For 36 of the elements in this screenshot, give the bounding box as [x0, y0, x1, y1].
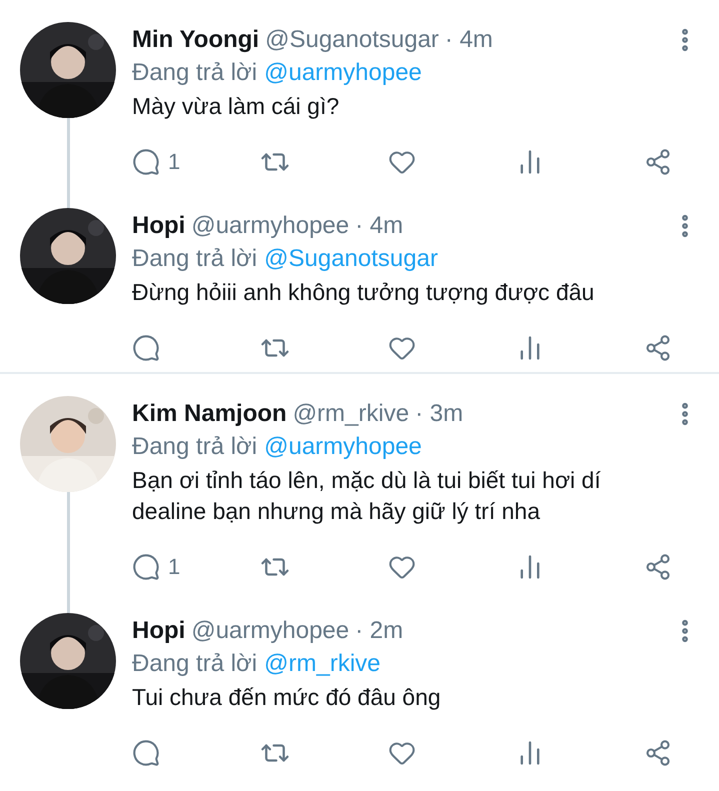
tweet-text: Mày vừa làm cái gì?	[132, 92, 340, 121]
share-icon[interactable]	[644, 148, 672, 176]
author-name[interactable]: Hopi	[132, 212, 186, 240]
reply-button[interactable]	[132, 739, 160, 767]
author-handle: @uarmyhopee	[191, 617, 350, 645]
author-name[interactable]: Hopi	[132, 617, 186, 645]
timestamp: · 2m	[355, 617, 404, 645]
share-icon[interactable]	[644, 739, 672, 767]
reply-button[interactable]	[132, 334, 160, 362]
tweet-text: Bạn ơi tỉnh táo lên, mặc dù là tui biết tui hơi dí dealine bạn nhưng mà hãy giữ lý trí nha	[132, 466, 602, 526]
tweet-text: Tui chưa đến mức đó đâu ông	[132, 683, 442, 712]
share-icon[interactable]	[644, 553, 672, 581]
reply-icon	[132, 553, 160, 581]
author-handle: @Suganotsugar	[265, 26, 439, 54]
reply-icon	[132, 739, 160, 767]
author-handle: @rm_rkive	[292, 400, 410, 428]
reply-button[interactable]: 1	[132, 553, 180, 581]
author-name[interactable]: Kim Namjoon	[132, 400, 287, 428]
timestamp: · 4m	[444, 26, 493, 54]
reply-label: Đang trả lời	[132, 649, 258, 679]
share-icon[interactable]	[644, 334, 672, 362]
reply-icon	[132, 334, 160, 362]
timestamp: · 4m	[355, 212, 404, 240]
author-name[interactable]: Min Yoongi	[132, 26, 260, 54]
tweet-text: Đừng hỏiii anh không tưởng tượng được đâu	[132, 278, 596, 307]
reply-label: Đang trả lời	[132, 244, 258, 274]
mention-link[interactable]: @Suganotsugar	[264, 242, 438, 275]
mention-link[interactable]: @rm_rkive	[264, 647, 380, 680]
reply-button[interactable]: 1	[132, 148, 180, 176]
reply-icon	[132, 148, 160, 176]
mention-link[interactable]: @uarmyhopee	[264, 430, 422, 463]
timestamp: · 3m	[415, 400, 464, 428]
reply-label: Đang trả lời	[132, 432, 258, 462]
author-handle: @uarmyhopee	[191, 212, 350, 240]
mention-link[interactable]: @uarmyhopee	[264, 56, 422, 89]
reply-label: Đang trả lời	[132, 58, 258, 88]
